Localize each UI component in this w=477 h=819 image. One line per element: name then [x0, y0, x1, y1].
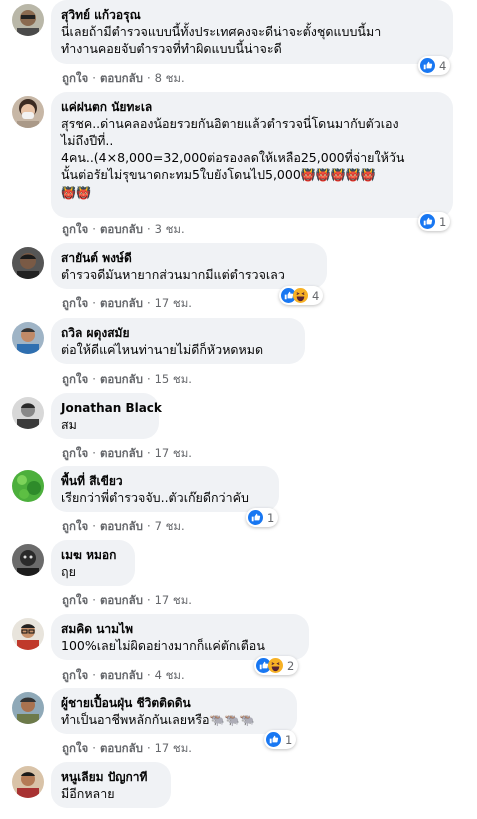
- comment-time[interactable]: 17 ชม.: [155, 446, 192, 460]
- comment-author[interactable]: หนูเลียม ปัญกาที: [61, 769, 160, 785]
- like-button[interactable]: ถูกใจ: [62, 222, 88, 236]
- comment-text: สม: [61, 417, 77, 432]
- man-glasses-avatar[interactable]: [12, 618, 44, 650]
- comment-time[interactable]: 17 ชม.: [155, 741, 192, 755]
- like-button[interactable]: ถูกใจ: [62, 593, 88, 607]
- reply-button[interactable]: ตอบกลับ: [100, 741, 143, 755]
- reply-button[interactable]: ตอบกลับ: [100, 668, 143, 682]
- reply-button[interactable]: ตอบกลับ: [100, 372, 143, 386]
- like-icon: [420, 214, 435, 229]
- man-blue-shirt-avatar[interactable]: [12, 322, 44, 354]
- comment-actions: ถูกใจ · ตอบกลับ · 7 ชม.: [62, 519, 185, 533]
- comment-actions: ถูกใจ · ตอบกลับ · 3 ชม.: [62, 222, 185, 236]
- comment-text: มีอีกหลาย: [61, 786, 115, 801]
- comment-actions: ถูกใจ · ตอบกลับ · 17 ชม.: [62, 296, 192, 310]
- comment-author[interactable]: ผู้ชายเปื้อนฝุ่น ชีวิตติดดิน: [61, 695, 286, 711]
- woman-mask-avatar[interactable]: [12, 96, 44, 128]
- dark-figure-avatar[interactable]: [12, 544, 44, 576]
- comment-text: ฤย: [61, 564, 76, 579]
- comment-bubble: ถวิล ผดุงสมัย ต่อให้ดีแค่ไหนท่านายไม่ดีก…: [51, 318, 305, 364]
- reply-button[interactable]: ตอบกลับ: [100, 593, 143, 607]
- man-dark-avatar[interactable]: [12, 247, 44, 279]
- like-button[interactable]: ถูกใจ: [62, 296, 88, 310]
- reply-button[interactable]: ตอบกลับ: [100, 222, 143, 236]
- reaction-summary[interactable]: 1: [264, 730, 297, 749]
- like-button[interactable]: ถูกใจ: [62, 668, 88, 682]
- comment-actions: ถูกใจ · ตอบกลับ · 15 ชม.: [62, 372, 192, 386]
- comment-author[interactable]: แค่ฝนตก นัยทะเล: [61, 99, 442, 115]
- comment-bubble: สายันต์ พงษ์ดี ตำรวจดีมันหายากส่วนมากมีแ…: [51, 243, 327, 289]
- like-button[interactable]: ถูกใจ: [62, 372, 88, 386]
- comment-text: ตำรวจดีมันหายากส่วนมากมีแต่ตำรวจเลว: [61, 267, 285, 282]
- reaction-summary[interactable]: 4: [279, 286, 324, 305]
- reaction-count: 4: [439, 58, 447, 73]
- comment-text: เรียกว่าพี่ตำรวจจับ..ตัวเก๊ยดีกว่าคับ: [61, 490, 249, 505]
- comment-actions: ถูกใจ · ตอบกลับ · 17 ชม.: [62, 741, 192, 755]
- comment-actions: ถูกใจ · ตอบกลับ · 17 ชม.: [62, 593, 192, 607]
- reply-button[interactable]: ตอบกลับ: [100, 71, 143, 85]
- like-button[interactable]: ถูกใจ: [62, 741, 88, 755]
- comment-author[interactable]: สมคิด นามไพ: [61, 621, 298, 637]
- reaction-count: 1: [285, 732, 293, 747]
- comment-time[interactable]: 15 ชม.: [155, 372, 192, 386]
- emoji-run: 🐃🐃🐃: [209, 713, 255, 727]
- comment-author[interactable]: สายันต์ พงษ์ดี: [61, 250, 316, 266]
- comment-bubble: Jonathan Black สม: [51, 393, 162, 439]
- comment-actions: ถูกใจ · ตอบกลับ · 17 ชม.: [62, 446, 192, 460]
- comment-text: ทำเป็นอาชีพหลักกันเลยหรือ🐃🐃🐃: [61, 712, 255, 727]
- comment-time[interactable]: 17 ชม.: [155, 593, 192, 607]
- comment-time[interactable]: 8 ชม.: [155, 71, 185, 85]
- comment-text: ต่อให้ดีแค่ไหนท่านายไม่ดีก็หัวหดหมด: [61, 342, 264, 357]
- comment-bubble: สุวิทย์ แก้วอรุณ นี่เลยถ้ามีตำรวจแบบนี้ท…: [51, 0, 453, 64]
- reply-button[interactable]: ตอบกลับ: [100, 446, 143, 460]
- comment-bubble: แค่ฝนตก นัยทะเล สุรชค..ด่านคลองน้อยรวยกั…: [51, 92, 453, 218]
- reply-button[interactable]: ตอบกลับ: [100, 519, 143, 533]
- haha-icon: [293, 288, 308, 303]
- haha-icon: [268, 658, 283, 673]
- comment-bubble: ผู้ชายเปื้อนฝุ่น ชีวิตติดดิน ทำเป็นอาชีพ…: [51, 688, 297, 734]
- man-red-avatar[interactable]: [12, 766, 44, 798]
- reaction-count: 4: [312, 288, 320, 303]
- like-button[interactable]: ถูกใจ: [62, 519, 88, 533]
- comment-time[interactable]: 3 ชม.: [155, 222, 185, 236]
- man-bw-avatar[interactable]: [12, 397, 44, 429]
- comment-text: 100%เลยไม่ผิดอย่างมากก็แค่ตักเตือน: [61, 638, 265, 653]
- reaction-count: 2: [287, 658, 295, 673]
- like-button[interactable]: ถูกใจ: [62, 446, 88, 460]
- comment-text: สุรชค..ด่านคลองน้อยรวยกันอิตายแล้วตำรวจน…: [61, 116, 405, 200]
- reply-button[interactable]: ตอบกลับ: [100, 296, 143, 310]
- comment-bubble: สมคิด นามไพ 100%เลยไม่ผิดอย่างมากก็แค่ตั…: [51, 614, 309, 660]
- comment-author[interactable]: เมฆ หมอก: [61, 547, 124, 563]
- reaction-summary[interactable]: 1: [246, 508, 279, 527]
- reaction-summary[interactable]: 4: [418, 56, 451, 75]
- reaction-summary[interactable]: 1: [418, 212, 451, 231]
- like-icon: [248, 510, 263, 525]
- comment-author[interactable]: ถวิล ผดุงสมัย: [61, 325, 294, 341]
- like-icon: [420, 58, 435, 73]
- comment-actions: ถูกใจ · ตอบกลับ · 8 ชม.: [62, 71, 185, 85]
- man-sunglasses-avatar[interactable]: [12, 4, 44, 36]
- comment-author[interactable]: สุวิทย์ แก้วอรุณ: [61, 7, 442, 23]
- comment-bubble: พื้นที่ สีเขียว เรียกว่าพี่ตำรวจจับ..ตัว…: [51, 466, 279, 512]
- like-icon: [266, 732, 281, 747]
- reaction-summary[interactable]: 2: [254, 656, 299, 675]
- man-outdoor-avatar[interactable]: [12, 692, 44, 724]
- comment-time[interactable]: 17 ชม.: [155, 296, 192, 310]
- like-button[interactable]: ถูกใจ: [62, 71, 88, 85]
- comment-author[interactable]: พื้นที่ สีเขียว: [61, 473, 268, 489]
- comment-author[interactable]: Jonathan Black: [61, 400, 162, 416]
- comment-time[interactable]: 7 ชม.: [155, 519, 185, 533]
- comment-text: นี่เลยถ้ามีตำรวจแบบนี้ทั้งประเทศคงจะดีน่…: [61, 24, 382, 56]
- comment-bubble: หนูเลียม ปัญกาที มีอีกหลาย: [51, 762, 171, 808]
- comment-actions: ถูกใจ · ตอบกลับ · 4 ชม.: [62, 668, 185, 682]
- green-field-avatar[interactable]: [12, 470, 44, 502]
- reaction-count: 1: [439, 214, 447, 229]
- comment-bubble: เมฆ หมอก ฤย: [51, 540, 135, 586]
- reaction-count: 1: [267, 510, 275, 525]
- comment-time[interactable]: 4 ชม.: [155, 668, 185, 682]
